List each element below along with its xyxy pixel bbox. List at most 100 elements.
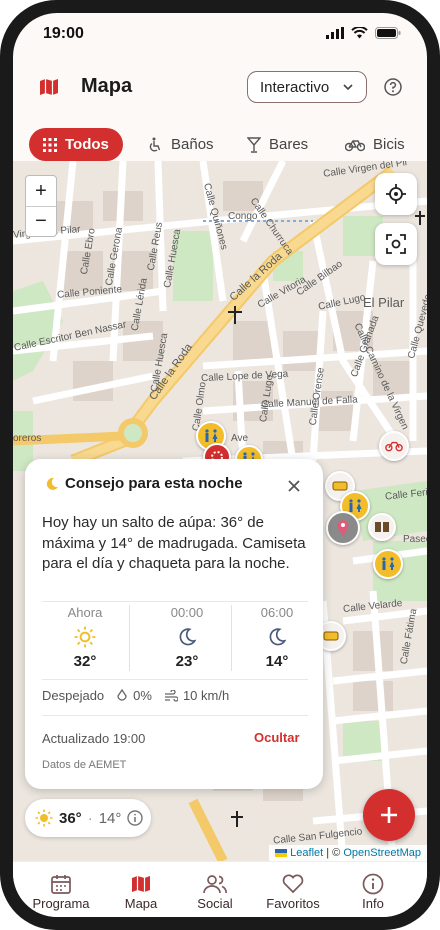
ukraine-flag-icon [275, 849, 288, 858]
phone-frame: 19:00 Mapa Interactivo Todos Baños Bares [0, 0, 440, 930]
weather-low: 14° [98, 809, 122, 827]
nav-label: Favoritos [266, 896, 320, 911]
close-icon[interactable] [287, 479, 301, 493]
page-title: Mapa [81, 75, 133, 97]
droplet-icon [117, 688, 127, 701]
nav-item-programa[interactable]: Programa [21, 872, 101, 911]
map-attribution: Leaflet | © OpenStreetMap [269, 845, 427, 861]
wind-icon [164, 689, 178, 702]
restroom-icon [205, 429, 218, 442]
bike-icon [345, 139, 365, 151]
forecast-now: Ahora 32° [40, 605, 130, 670]
bike-icon [385, 441, 403, 452]
app-header: Mapa Interactivo [13, 57, 427, 121]
leaflet-link[interactable]: Leaflet [290, 847, 323, 859]
filter-bar: Todos Baños Bares Bicis [13, 125, 427, 165]
info-icon [127, 810, 144, 826]
hide-button[interactable]: Ocultar [254, 730, 300, 745]
screen: 19:00 Mapa Interactivo Todos Baños Bares [13, 13, 427, 917]
map-label: El Pilar [363, 295, 405, 310]
info-icon [362, 873, 384, 895]
map-label: Ave [231, 433, 249, 444]
heart-icon [282, 874, 304, 894]
help-icon[interactable] [384, 78, 402, 96]
calendar-icon [51, 875, 71, 894]
forecast-temp: 32° [73, 653, 97, 670]
sun-icon [74, 626, 96, 648]
rain-value: 0% [133, 688, 152, 703]
nav-item-mapa[interactable]: Mapa [101, 872, 181, 911]
map-pin-library[interactable] [368, 513, 396, 541]
weather-advice-card: Consejo para esta noche Hoy hay un salto… [25, 459, 323, 789]
nav-item-favoritos[interactable]: Favoritos [253, 872, 333, 911]
card-message: Hoy hay un salto de aúpa: 36° de máxima … [42, 514, 306, 572]
forecast-label: Ahora [67, 605, 103, 620]
system-icons [326, 27, 401, 39]
weather-now: 36° [59, 809, 82, 827]
forecast-00: 00:00 23° [142, 605, 232, 670]
forecast-temp: 14° [265, 653, 289, 670]
zoom-control: + − [25, 175, 57, 237]
zoom-out-button[interactable]: − [26, 206, 56, 236]
add-button[interactable] [363, 789, 415, 841]
crescent-moon-icon [46, 477, 58, 490]
map-icon [132, 876, 150, 892]
status-bar: 19:00 [13, 13, 427, 57]
food-truck-icon [332, 481, 348, 491]
map-label: oreros [13, 433, 42, 444]
fit-view-button[interactable] [375, 223, 417, 265]
locate-button[interactable] [375, 173, 417, 215]
filter-chip-label: Bares [269, 136, 309, 153]
forecast-temp: 23° [175, 653, 199, 670]
signal-icon [326, 27, 344, 39]
location-pin-icon [337, 520, 349, 536]
sun-icon [35, 809, 53, 827]
filter-chip-label: Bicis [373, 136, 405, 153]
map-pin-cluster[interactable] [326, 511, 360, 545]
grid-icon [43, 137, 57, 152]
moon-icon [179, 628, 196, 646]
nav-label: Mapa [124, 896, 158, 911]
divider [42, 679, 308, 680]
map-pin-restroom[interactable] [373, 549, 403, 579]
bottom-nav: Programa Mapa Social Favoritos Info [13, 861, 427, 917]
filter-chip-banos[interactable]: Baños [133, 128, 228, 161]
status-time: 19:00 [43, 25, 84, 42]
osm-link[interactable]: OpenStreetMap [343, 847, 421, 859]
filter-chip-label: Baños [171, 136, 214, 153]
forecast-label: 06:00 [260, 605, 294, 620]
map-label: Paseo [403, 534, 427, 545]
map-icon [40, 79, 58, 95]
updated-text: Actualizado 19:00 [42, 731, 146, 746]
divider [129, 605, 130, 671]
divider [42, 601, 308, 602]
crosshair-icon [386, 184, 406, 204]
plus-icon [381, 807, 397, 823]
scan-focus-icon [386, 234, 406, 254]
zoom-in-button[interactable]: + [26, 176, 56, 206]
filter-chip-bicis[interactable]: Bicis [331, 128, 419, 161]
filter-chip-bares[interactable]: Bares [233, 128, 322, 161]
nav-item-info[interactable]: Info [333, 872, 413, 911]
filter-chip-todos[interactable]: Todos [29, 128, 123, 161]
filter-chip-label: Todos [65, 136, 109, 153]
nav-label: Info [362, 896, 384, 911]
nav-label: Programa [32, 896, 90, 911]
weather-pill[interactable]: 36° · 14° [25, 799, 151, 837]
weather-sep: · [87, 809, 93, 827]
accessible-icon [149, 137, 161, 152]
nav-label: Social [197, 896, 233, 911]
chevron-down-icon [343, 84, 353, 91]
people-icon [203, 875, 227, 894]
book-icon [375, 522, 389, 532]
map-label: Congo [228, 211, 258, 222]
cocktail-icon [247, 136, 261, 153]
source-text: Datos de AEMET [42, 759, 127, 771]
map-pin-bike[interactable] [379, 431, 409, 461]
nav-item-social[interactable]: Social [175, 872, 255, 911]
restroom-icon [349, 499, 362, 512]
wind-value: 10 km/h [182, 688, 230, 703]
mode-select[interactable]: Interactivo [247, 71, 367, 103]
divider [42, 715, 308, 716]
wifi-icon [351, 27, 368, 39]
